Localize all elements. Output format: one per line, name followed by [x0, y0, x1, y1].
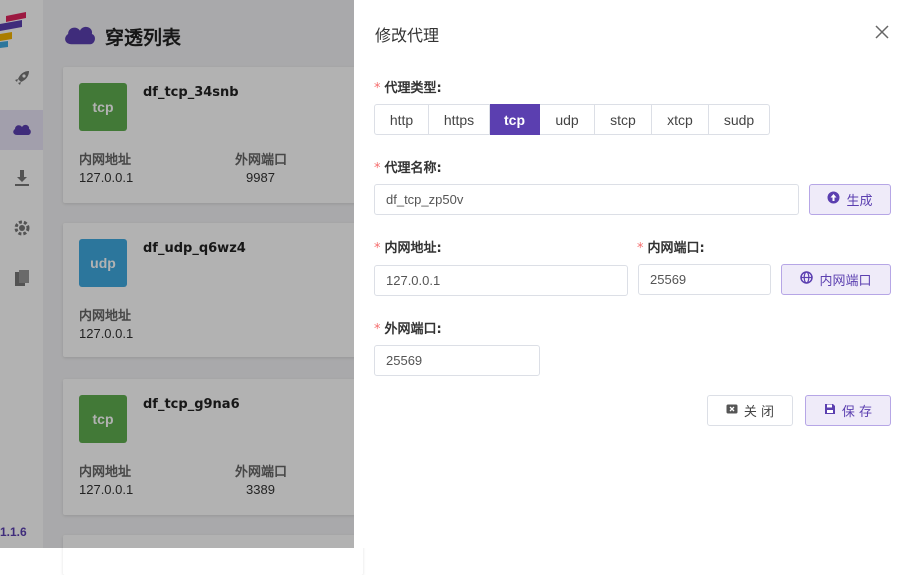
- close-icon[interactable]: [872, 22, 892, 42]
- remote-port-input[interactable]: [374, 345, 540, 376]
- remote-port-label: * 外网端口:: [374, 318, 442, 337]
- close-button-label: 关 闭: [743, 405, 775, 420]
- type-option-http[interactable]: http: [374, 104, 429, 135]
- generate-button-label: 生成: [846, 194, 873, 209]
- save-icon: [824, 403, 836, 419]
- remote-port-label-text: 外网端口:: [384, 322, 442, 337]
- type-option-udp[interactable]: udp: [540, 104, 595, 135]
- save-button[interactable]: 保 存: [805, 395, 891, 426]
- proxy-type-label: * 代理类型:: [374, 77, 442, 96]
- type-option-xtcp[interactable]: xtcp: [652, 104, 709, 135]
- proxy-type-label-text: 代理类型:: [384, 81, 442, 96]
- required-mark: *: [374, 81, 381, 96]
- type-option-sudp[interactable]: sudp: [709, 104, 770, 135]
- required-mark: *: [637, 241, 644, 256]
- type-option-stcp[interactable]: stcp: [595, 104, 652, 135]
- local-port-button-label: 内网端口: [819, 274, 872, 289]
- local-port-label-text: 内网端口:: [647, 241, 705, 256]
- modal-overlay[interactable]: [0, 0, 354, 548]
- edit-proxy-dialog: 修改代理 * 代理类型: http https tcp udp stcp xtcp…: [354, 0, 910, 548]
- local-ip-label: * 内网地址:: [374, 237, 442, 256]
- local-ip-label-text: 内网地址:: [384, 241, 442, 256]
- local-ip-input[interactable]: [374, 265, 628, 296]
- required-mark: *: [374, 161, 381, 176]
- proxy-name-label: * 代理名称:: [374, 157, 442, 176]
- local-port-button[interactable]: 内网端口: [781, 264, 891, 295]
- save-button-label: 保 存: [841, 405, 873, 420]
- required-mark: *: [374, 241, 381, 256]
- type-option-https[interactable]: https: [429, 104, 490, 135]
- proxy-type-selector: http https tcp udp stcp xtcp sudp: [374, 104, 770, 135]
- proxy-name-label-text: 代理名称:: [384, 161, 442, 176]
- close-button[interactable]: 关 闭: [707, 395, 793, 426]
- local-port-input[interactable]: [638, 264, 771, 295]
- proxy-name-input[interactable]: [374, 184, 799, 215]
- type-option-tcp[interactable]: tcp: [490, 104, 540, 135]
- required-mark: *: [374, 322, 381, 337]
- globe-icon: [800, 271, 814, 288]
- local-port-label: * 内网端口:: [637, 237, 705, 256]
- close-square-icon: [726, 403, 738, 419]
- generate-button[interactable]: 生成: [809, 184, 891, 215]
- upload-circle-icon: [827, 191, 840, 208]
- dialog-title: 修改代理: [375, 26, 440, 45]
